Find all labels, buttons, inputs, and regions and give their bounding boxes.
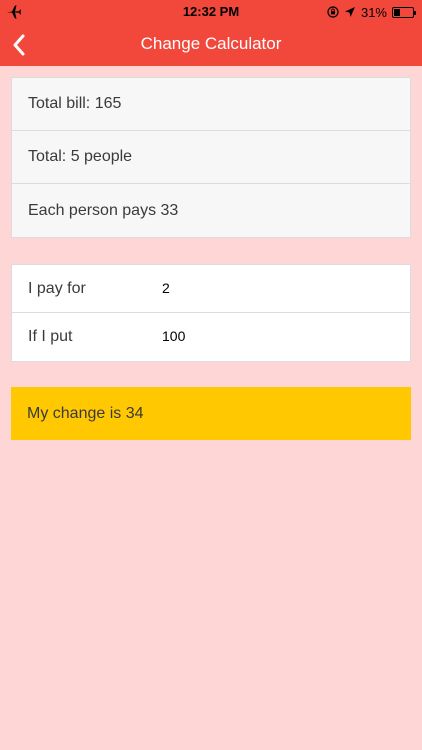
total-people-row: Total: 5 people: [12, 131, 410, 184]
pay-for-input[interactable]: [162, 273, 400, 303]
total-bill-row: Total bill: 165: [12, 78, 410, 131]
nav-bar: Change Calculator: [0, 24, 422, 66]
battery-fill: [394, 8, 400, 16]
battery-icon: [392, 6, 416, 18]
input-card: I pay for If I put: [11, 264, 411, 362]
location-icon: [344, 6, 356, 18]
put-amount-row: If I put: [12, 313, 410, 361]
pay-for-row: I pay for: [12, 265, 410, 313]
battery-percent: 31%: [360, 4, 387, 20]
status-bar: 12:32 PM 31%: [0, 0, 422, 24]
page-title: Change Calculator: [140, 34, 282, 53]
put-amount-label: If I put: [28, 328, 73, 345]
change-result: My change is 34: [11, 387, 411, 440]
orientation-lock-icon: [327, 6, 339, 18]
each-person-pays-row: Each person pays 33: [28, 201, 179, 219]
summary-card: Total bill: 165 Total: 5 people Each per…: [11, 77, 411, 238]
pay-for-label: I pay for: [28, 279, 86, 297]
header: 12:32 PM 31% Change Calculator: [0, 0, 422, 66]
put-amount-input[interactable]: [162, 321, 400, 351]
status-right: 31%: [327, 4, 416, 20]
